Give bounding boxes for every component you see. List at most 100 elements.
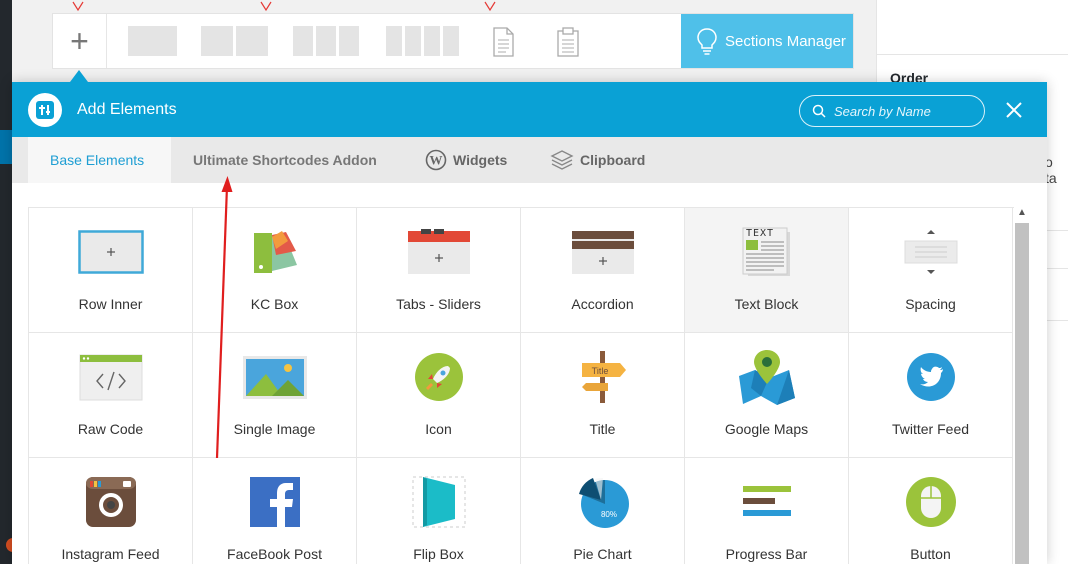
element-text-block[interactable]: TEXT Text Block	[685, 208, 849, 333]
tabs-sliders-icon	[407, 229, 470, 274]
element-instagram-feed[interactable]: Instagram Feed	[29, 458, 193, 564]
scrollbar-thumb[interactable]	[1015, 223, 1029, 564]
element-pie-chart[interactable]: 80% Pie Chart	[521, 458, 685, 564]
element-accordion[interactable]: Accordion	[521, 208, 685, 333]
instagram-icon	[85, 477, 136, 527]
map-pin-icon	[738, 350, 795, 405]
text-block-icon-label: TEXT	[746, 228, 774, 239]
element-label: Text Block	[734, 296, 799, 312]
kc-box-icon	[253, 231, 297, 273]
element-label: Icon	[425, 421, 452, 437]
elements-grid: Row Inner KC Box Tabs - Sliders Accordio…	[28, 207, 1014, 564]
progress-bar-icon	[742, 486, 791, 516]
add-element-button[interactable]: +	[53, 14, 107, 68]
search-box[interactable]	[799, 95, 985, 127]
layout-2-columns-button[interactable]	[201, 26, 268, 56]
tab-label: Widgets	[453, 152, 508, 168]
tab-clipboard[interactable]: Clipboard	[528, 137, 667, 183]
element-label: Accordion	[571, 296, 634, 312]
title-signpost-icon: Title	[581, 351, 626, 403]
builder-toolbar: + Sections Manager	[52, 13, 854, 69]
element-label: Pie Chart	[573, 546, 632, 562]
tab-widgets[interactable]: W Widgets	[403, 137, 529, 183]
annotation-arrow-icon	[484, 1, 496, 12]
element-label: Flip Box	[413, 546, 464, 562]
element-label: Twitter Feed	[891, 421, 970, 437]
layout-1-column-button[interactable]	[128, 26, 177, 56]
element-label: Google Maps	[724, 421, 809, 437]
svg-text:W: W	[430, 153, 443, 168]
element-facebook-post[interactable]: FaceBook Post	[193, 458, 357, 564]
elements-grid-container: Row Inner KC Box Tabs - Sliders Accordio…	[28, 207, 1014, 564]
tab-base-elements[interactable]: Base Elements	[28, 137, 171, 183]
layers-icon	[550, 150, 574, 170]
raw-code-icon	[79, 354, 142, 401]
element-single-image[interactable]: Single Image	[193, 333, 357, 458]
truncated-text: o ta	[1045, 154, 1057, 186]
element-category-tabs: Base Elements Ultimate Shortcodes Addon …	[12, 137, 1047, 183]
page-template-icon[interactable]	[491, 27, 515, 57]
text-block-icon: TEXT	[742, 227, 790, 276]
element-label: Raw Code	[77, 421, 144, 437]
sections-manager-button[interactable]: Sections Manager	[681, 14, 853, 68]
element-label: KC Box	[250, 296, 299, 312]
search-icon	[812, 104, 826, 118]
element-label: Tabs - Sliders	[396, 296, 481, 312]
tab-label: Base Elements	[50, 152, 145, 168]
element-label: Single Image	[233, 421, 316, 437]
elements-scrollbar[interactable]: ▲	[1014, 207, 1030, 564]
tab-label: Clipboard	[580, 152, 646, 168]
modal-header: Add Elements	[12, 82, 1047, 137]
add-elements-logo-icon	[28, 93, 62, 127]
wordpress-icon: W	[425, 149, 447, 171]
element-row-inner[interactable]: Row Inner	[29, 208, 193, 333]
layout-4-columns-button[interactable]	[386, 26, 459, 56]
element-twitter-feed[interactable]: Twitter Feed	[849, 333, 1013, 458]
element-progress-bar[interactable]: Progress Bar	[685, 458, 849, 564]
admin-sidebar	[0, 0, 20, 564]
pie-percent-label: 80%	[600, 510, 616, 519]
pie-chart-icon: 80%	[578, 477, 629, 528]
flip-box-icon	[412, 476, 465, 528]
accordion-icon	[571, 231, 634, 274]
element-label: FaceBook Post	[227, 546, 322, 562]
tab-label: Ultimate Shortcodes Addon	[193, 152, 377, 168]
divider	[877, 54, 1068, 55]
row-inner-icon	[77, 230, 144, 274]
element-spacing[interactable]: Spacing	[849, 208, 1013, 333]
search-input[interactable]	[834, 103, 974, 119]
sections-manager-label: Sections Manager	[725, 32, 846, 50]
element-kc-box[interactable]: KC Box	[193, 208, 357, 333]
element-label: Instagram Feed	[61, 546, 160, 562]
element-tabs-sliders[interactable]: Tabs - Sliders	[357, 208, 521, 333]
tab-ultimate-shortcodes-addon[interactable]: Ultimate Shortcodes Addon	[171, 137, 399, 183]
element-flip-box[interactable]: Flip Box	[357, 458, 521, 564]
scroll-up-arrow-icon[interactable]: ▲	[1017, 207, 1027, 218]
element-raw-code[interactable]: Raw Code	[29, 333, 193, 458]
spacing-icon	[904, 230, 957, 274]
add-elements-modal: Add Elements Base Elements Ultimate Shor…	[12, 82, 1047, 564]
annotation-arrow-icon	[72, 1, 84, 12]
rocket-icon	[414, 353, 463, 401]
mouse-button-icon	[905, 477, 956, 527]
annotation-arrow-icon	[260, 1, 272, 12]
clipboard-paste-icon[interactable]	[556, 27, 580, 57]
element-google-maps[interactable]: Google Maps	[685, 333, 849, 458]
close-icon[interactable]	[1003, 99, 1025, 121]
modal-pointer-notch	[70, 70, 88, 82]
element-label: Row Inner	[78, 296, 143, 312]
single-image-icon	[242, 356, 307, 399]
facebook-icon	[249, 477, 300, 527]
lightbulb-icon	[697, 28, 717, 55]
modal-title: Add Elements	[77, 101, 177, 118]
twitter-icon	[906, 353, 955, 401]
layout-3-columns-button[interactable]	[293, 26, 359, 56]
element-label: Title	[589, 421, 616, 437]
element-icon[interactable]: Icon	[357, 333, 521, 458]
title-sign-label: Title	[591, 366, 608, 376]
admin-sidebar-active-item[interactable]	[0, 130, 12, 164]
element-button[interactable]: Button	[849, 458, 1013, 564]
element-label: Progress Bar	[725, 546, 808, 562]
element-title[interactable]: Title Title	[521, 333, 685, 458]
element-label: Spacing	[905, 296, 956, 312]
